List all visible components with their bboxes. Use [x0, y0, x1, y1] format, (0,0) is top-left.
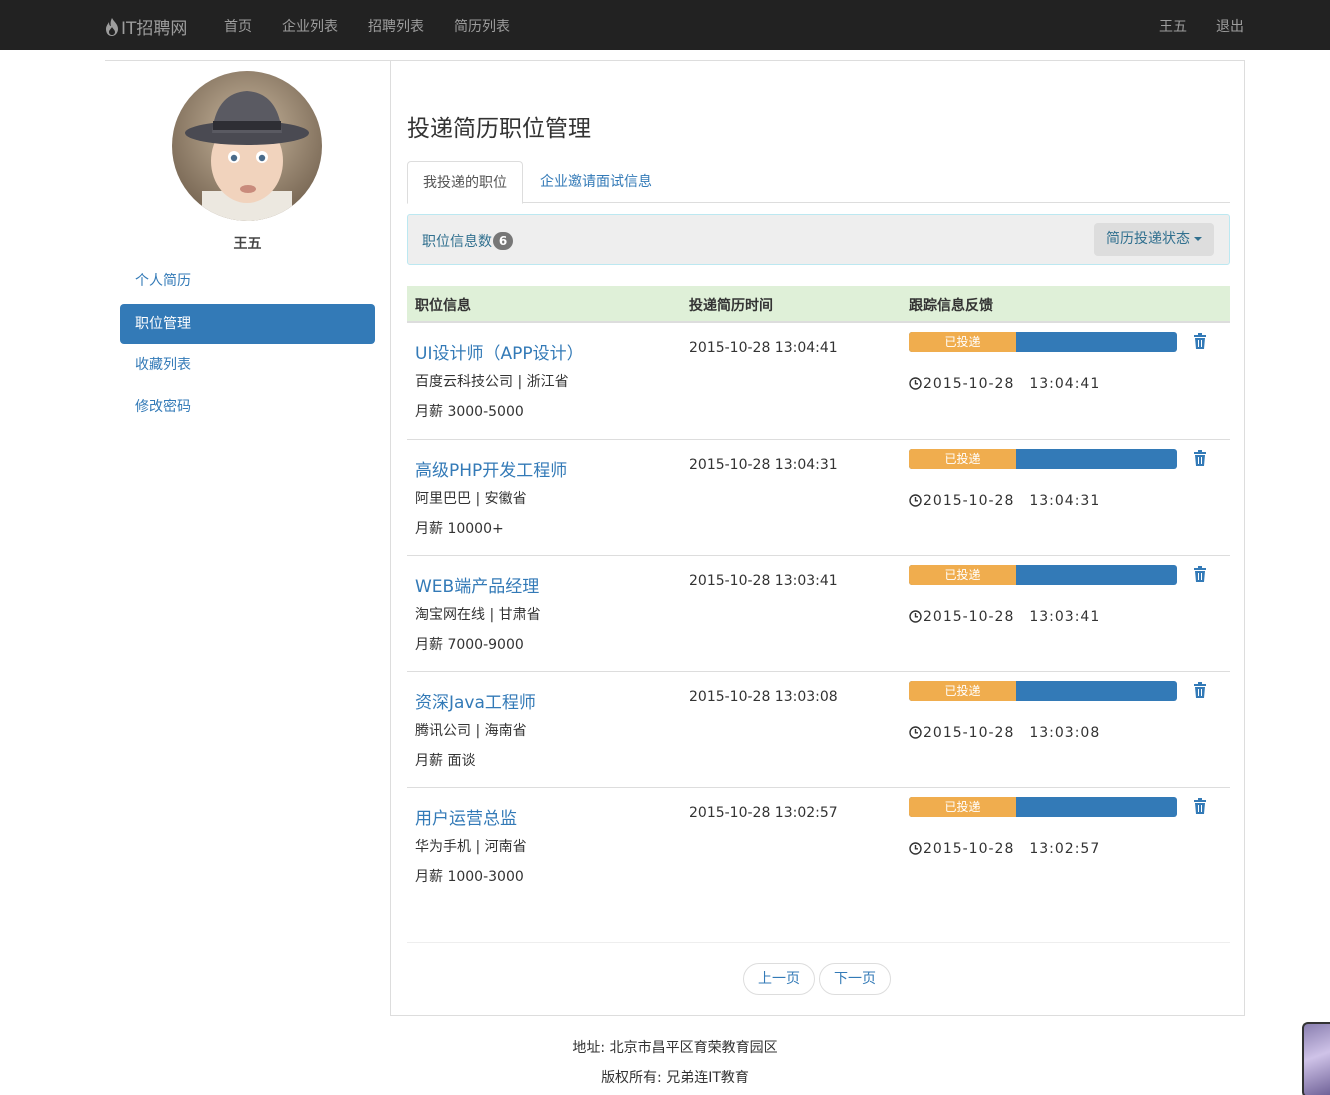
table-row: UI设计师（APP设计） 百度云科技公司 | 浙江省 月薪 3000-5000 …	[407, 323, 1230, 439]
tab-bar: 我投递的职位 企业邀请面试信息	[407, 161, 1230, 204]
pager-divider	[407, 942, 1230, 943]
corner-widget-thumbnail[interactable]	[1302, 1022, 1330, 1095]
clock-icon	[909, 609, 922, 623]
table-row: 用户运营总监 华为手机 | 河南省 月薪 1000-3000 2015-10-2…	[407, 787, 1230, 903]
nav-link-resumes[interactable]: 简历列表	[454, 16, 510, 36]
feedback-time-text: 2015-10-28 13:04:31	[923, 493, 1101, 509]
status-progress-segment: 已投递	[909, 565, 1016, 585]
status-progress-segment: 已投递	[909, 332, 1016, 352]
company-location: 阿里巴巴 | 安徽省	[415, 491, 527, 507]
clock-icon	[909, 841, 922, 855]
trash-icon[interactable]	[1193, 798, 1207, 814]
feedback-time: 2015-10-28 13:04:41	[909, 373, 1100, 393]
salary: 月薪 3000-5000	[415, 404, 524, 420]
feedback-time-text: 2015-10-28 13:03:08	[923, 725, 1101, 741]
clock-icon	[909, 376, 922, 390]
status-progress-segment: 已投递	[909, 797, 1016, 817]
sidebar: 王五 个人简历 职位管理 收藏列表 修改密码	[105, 60, 390, 500]
avatar	[172, 71, 322, 221]
header-feedback: 跟踪信息反馈	[909, 298, 993, 314]
tab-my-applications[interactable]: 我投递的职位	[407, 161, 523, 204]
info-bar: 职位信息数 6 简历投递状态	[407, 214, 1230, 265]
nav-link-jobs[interactable]: 招聘列表	[368, 16, 424, 36]
job-title-link[interactable]: 用户运营总监	[415, 804, 517, 829]
status-progress-segment: 已投递	[909, 681, 1016, 701]
company-location: 华为手机 | 河南省	[415, 839, 527, 855]
sidebar-username: 王五	[233, 236, 262, 252]
footer-address: 地址: 北京市昌平区育荣教育园区	[572, 1040, 778, 1056]
status-progress-bar: 已投递	[909, 565, 1177, 585]
sidebar-item-favorites[interactable]: 收藏列表	[120, 345, 375, 385]
feedback-time: 2015-10-28 13:04:31	[909, 490, 1100, 510]
logout-link[interactable]: 退出	[1216, 16, 1244, 36]
job-title-link[interactable]: 资深Java工程师	[415, 688, 536, 713]
trash-icon[interactable]	[1193, 450, 1207, 466]
table-row: WEB端产品经理 淘宝网在线 | 甘肃省 月薪 7000-9000 2015-1…	[407, 555, 1230, 671]
job-title-link[interactable]: WEB端产品经理	[415, 572, 539, 597]
flame-icon	[105, 17, 119, 36]
sent-time: 2015-10-28 13:03:41	[689, 573, 838, 589]
next-page-button[interactable]: 下一页	[819, 963, 891, 995]
sent-time: 2015-10-28 13:02:57	[689, 805, 838, 821]
brand-logo[interactable]: IT招聘网	[105, 14, 187, 39]
caret-down-icon	[1194, 237, 1202, 241]
status-progress-segment: 已投递	[909, 449, 1016, 469]
nav-link-companies[interactable]: 企业列表	[282, 16, 338, 36]
sidebar-item-resume[interactable]: 个人简历	[120, 261, 375, 301]
top-navbar: IT招聘网 首页 企业列表 招聘列表 简历列表 王五 退出	[0, 0, 1330, 50]
table-row: 资深Java工程师 腾讯公司 | 海南省 月薪 面谈 2015-10-28 13…	[407, 671, 1230, 787]
brand-text: IT招聘网	[121, 19, 188, 39]
applications-table: 职位信息 投递简历时间 跟踪信息反馈	[407, 286, 1230, 323]
status-progress-bar: 已投递	[909, 332, 1177, 352]
feedback-time-text: 2015-10-28 13:04:41	[923, 376, 1101, 392]
status-progress-bar: 已投递	[909, 681, 1177, 701]
footer-copyright: 版权所有: 兄弟连IT教育	[601, 1070, 749, 1086]
company-location: 百度云科技公司 | 浙江省	[415, 374, 569, 390]
trash-icon[interactable]	[1193, 682, 1207, 698]
feedback-time: 2015-10-28 13:03:08	[909, 722, 1100, 742]
salary: 月薪 7000-9000	[415, 637, 524, 653]
feedback-time: 2015-10-28 13:02:57	[909, 838, 1100, 858]
job-title-link[interactable]: UI设计师（APP设计）	[415, 339, 584, 364]
feedback-time: 2015-10-28 13:03:41	[909, 606, 1100, 626]
sent-time: 2015-10-28 13:04:31	[689, 457, 838, 473]
status-progress-bar: 已投递	[909, 449, 1177, 469]
salary: 月薪 10000+	[415, 521, 504, 537]
page-title: 投递简历职位管理	[407, 116, 591, 142]
trash-icon[interactable]	[1193, 333, 1207, 349]
header-sent-time: 投递简历时间	[689, 298, 773, 314]
job-count-text: 职位信息数	[422, 234, 492, 250]
feedback-time-text: 2015-10-28 13:03:41	[923, 609, 1101, 625]
sent-time: 2015-10-28 13:03:08	[689, 689, 838, 705]
status-progress-bar: 已投递	[909, 797, 1177, 817]
table-header: 职位信息 投递简历时间 跟踪信息反馈	[407, 286, 1230, 323]
nav-link-home[interactable]: 首页	[224, 16, 252, 36]
clock-icon	[909, 493, 922, 507]
company-location: 腾讯公司 | 海南省	[415, 723, 527, 739]
clock-icon	[909, 725, 922, 739]
prev-page-button[interactable]: 上一页	[743, 963, 815, 995]
application-status-dropdown[interactable]: 简历投递状态	[1094, 223, 1214, 256]
trash-icon[interactable]	[1193, 566, 1207, 582]
salary: 月薪 1000-3000	[415, 869, 524, 885]
nav-user-link[interactable]: 王五	[1159, 16, 1187, 36]
job-count-badge: 6	[493, 232, 513, 250]
sent-time: 2015-10-28 13:04:41	[689, 340, 838, 356]
sidebar-item-job-management[interactable]: 职位管理	[120, 304, 375, 344]
feedback-time-text: 2015-10-28 13:02:57	[923, 841, 1101, 857]
company-location: 淘宝网在线 | 甘肃省	[415, 607, 541, 623]
job-title-link[interactable]: 高级PHP开发工程师	[415, 456, 567, 481]
table-row: 高级PHP开发工程师 阿里巴巴 | 安徽省 月薪 10000+ 2015-10-…	[407, 439, 1230, 555]
job-count-label: 职位信息数 6	[422, 231, 513, 251]
salary: 月薪 面谈	[415, 753, 476, 769]
tab-interview-invitations[interactable]: 企业邀请面试信息	[525, 161, 667, 203]
sidebar-item-change-password[interactable]: 修改密码	[120, 387, 375, 427]
status-dropdown-label: 简历投递状态	[1106, 231, 1190, 247]
main-panel: 投递简历职位管理 我投递的职位 企业邀请面试信息 职位信息数 6 简历投递状态 …	[390, 60, 1245, 1016]
header-job-info: 职位信息	[415, 298, 471, 314]
